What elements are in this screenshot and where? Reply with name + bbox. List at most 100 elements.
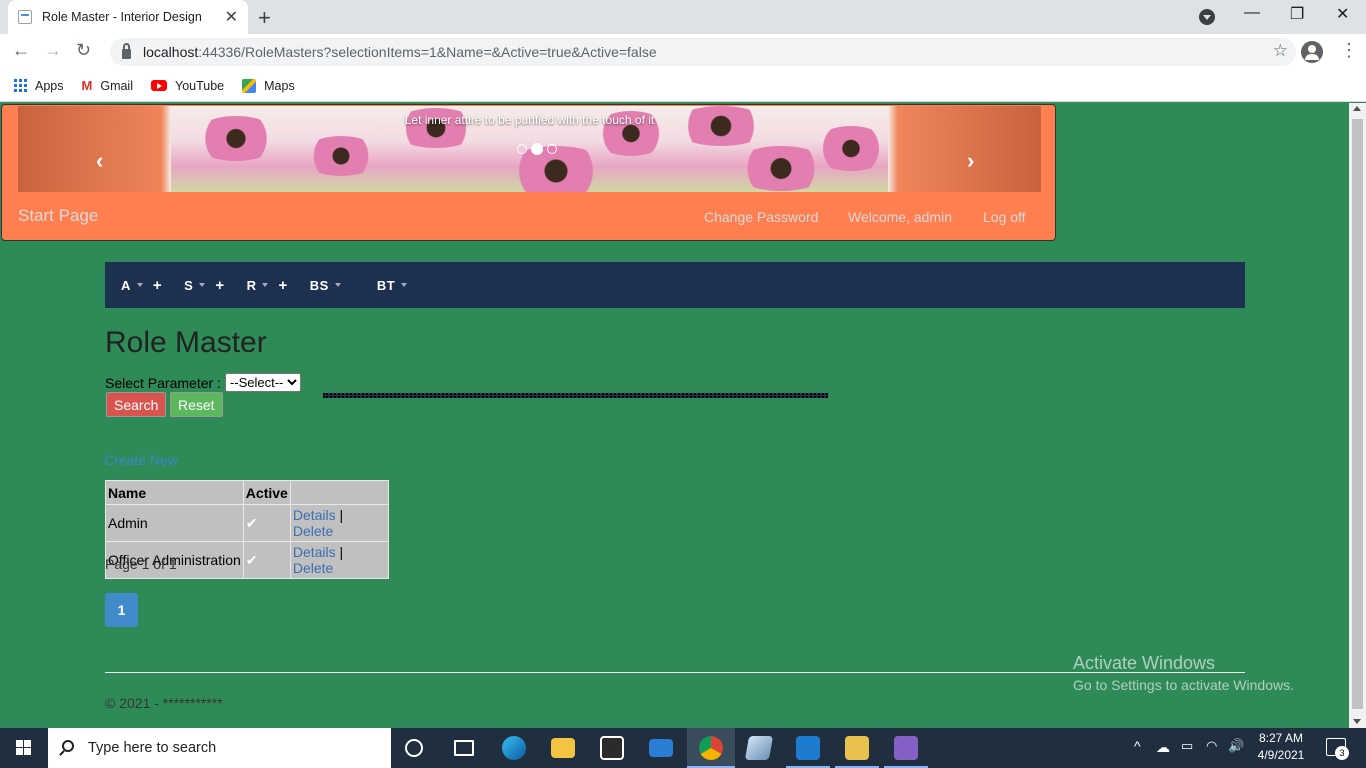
delete-link[interactable]: Delete bbox=[293, 523, 333, 539]
tab-search-icon[interactable] bbox=[1199, 9, 1215, 25]
footer-copyright: © 2021 - *********** bbox=[105, 695, 223, 711]
windows-start-icon[interactable] bbox=[16, 740, 31, 755]
details-link[interactable]: Details bbox=[293, 507, 336, 523]
onedrive-cloud-icon[interactable]: ☁ bbox=[1156, 739, 1170, 756]
activate-windows-subtitle: Go to Settings to activate Windows. bbox=[1073, 677, 1294, 693]
details-link[interactable]: Details bbox=[293, 544, 336, 560]
start-page-link[interactable]: Start Page bbox=[18, 206, 98, 226]
page-scrollbar[interactable] bbox=[1349, 103, 1366, 728]
file-explorer-icon[interactable] bbox=[551, 738, 575, 758]
store-icon[interactable] bbox=[600, 736, 624, 760]
profile-avatar-icon[interactable] bbox=[1301, 41, 1323, 63]
menu-add-plus[interactable]: + bbox=[153, 277, 162, 294]
media-app-icon[interactable] bbox=[796, 736, 820, 760]
menu-item-s[interactable]: S + bbox=[184, 277, 224, 294]
volume-icon[interactable]: 🔊 bbox=[1228, 738, 1244, 754]
delete-link[interactable]: Delete bbox=[293, 560, 333, 576]
menu-item-a[interactable]: A + bbox=[121, 277, 162, 294]
close-tab-icon[interactable]: ✕ bbox=[225, 7, 238, 27]
pagination-page-1[interactable]: 1 bbox=[105, 593, 138, 627]
scrollbar-thumb[interactable] bbox=[1352, 119, 1363, 709]
browser-toolbar: ← → ↻ localhost:44336/RoleMasters?select… bbox=[0, 34, 1366, 70]
maps-icon bbox=[242, 78, 257, 93]
battery-icon[interactable]: ▭ bbox=[1181, 738, 1193, 754]
chrome-icon[interactable] bbox=[699, 736, 723, 760]
browser-tab-bar: Role Master - Interior Design ✕ + — ❐ ✕ bbox=[0, 0, 1366, 34]
menu-item-bs[interactable]: BS bbox=[310, 278, 341, 293]
log-off-link[interactable]: Log off bbox=[983, 209, 1026, 225]
window-close-icon[interactable]: ✕ bbox=[1336, 4, 1349, 24]
cortana-icon[interactable] bbox=[405, 739, 423, 757]
visual-studio-icon[interactable] bbox=[894, 736, 918, 760]
task-view-icon[interactable] bbox=[454, 740, 474, 756]
carousel-prev-icon[interactable]: ‹ bbox=[96, 148, 103, 174]
edge-icon[interactable] bbox=[502, 736, 526, 760]
caret-down-icon bbox=[136, 283, 143, 287]
address-bar[interactable]: localhost:44336/RoleMasters?selectionIte… bbox=[110, 38, 1296, 66]
bookmark-apps[interactable]: Apps bbox=[14, 79, 64, 93]
parameter-select[interactable]: --Select-- bbox=[224, 373, 301, 392]
wifi-icon[interactable]: ◠ bbox=[1206, 738, 1217, 754]
notification-count-badge: 3 bbox=[1335, 746, 1349, 760]
menu-label: A bbox=[121, 277, 131, 293]
menu-add-plus[interactable]: + bbox=[278, 277, 287, 294]
bookmark-maps[interactable]: Maps bbox=[242, 78, 295, 93]
scroll-down-arrow-icon[interactable] bbox=[1353, 719, 1361, 724]
reload-icon[interactable]: ↻ bbox=[76, 40, 91, 61]
url-path: :44336/RoleMasters?selectionItems=1&Name… bbox=[198, 44, 657, 60]
clock-date: 4/9/2021 bbox=[1257, 748, 1305, 762]
carousel-caption: Let inner attire to be purified with the… bbox=[404, 113, 655, 127]
page-favicon-icon bbox=[18, 10, 32, 24]
bookmark-label: Gmail bbox=[100, 78, 133, 93]
actions-cell: Details | Delete bbox=[289, 504, 389, 542]
browser-menu-icon[interactable]: ⋮ bbox=[1340, 40, 1358, 61]
bookmark-gmail[interactable]: M Gmail bbox=[82, 78, 134, 93]
clock-time: 8:27 AM bbox=[1258, 731, 1304, 745]
server-tool-icon[interactable] bbox=[845, 736, 869, 760]
create-new-link[interactable]: Create New bbox=[104, 452, 178, 468]
menu-label: BS bbox=[309, 277, 329, 293]
bookmark-youtube[interactable]: YouTube bbox=[151, 79, 224, 93]
search-button[interactable]: Search bbox=[106, 392, 167, 417]
url-host: localhost bbox=[143, 44, 199, 60]
search-parameter-row: Select Parameter : --Select-- bbox=[105, 373, 301, 392]
caret-down-icon bbox=[401, 283, 408, 287]
change-password-link[interactable]: Change Password bbox=[704, 209, 818, 225]
action-separator: | bbox=[339, 507, 344, 523]
menu-label: BT bbox=[376, 277, 396, 293]
menu-item-r[interactable]: R + bbox=[247, 277, 288, 294]
role-name-cell: Admin bbox=[105, 504, 244, 542]
scroll-up-arrow-icon[interactable] bbox=[1353, 106, 1361, 111]
caret-down-icon bbox=[262, 283, 269, 287]
active-checkbox: ✔ bbox=[242, 541, 291, 579]
carousel-dot[interactable] bbox=[517, 144, 527, 154]
lock-icon bbox=[122, 43, 131, 59]
notepad-icon[interactable] bbox=[744, 736, 774, 760]
mail-icon[interactable] bbox=[649, 739, 673, 757]
carousel-dot[interactable] bbox=[547, 144, 557, 154]
menu-label: R bbox=[246, 277, 257, 293]
carousel-dot-active[interactable] bbox=[531, 143, 543, 155]
bookmark-star-icon[interactable]: ☆ bbox=[1273, 41, 1288, 61]
welcome-link[interactable]: Welcome, admin bbox=[848, 209, 952, 225]
back-arrow-icon[interactable]: ← bbox=[12, 40, 30, 61]
image-carousel: ‹ Let inner attire to be purified with t… bbox=[18, 106, 1041, 192]
taskbar-search-box[interactable]: Type here to search bbox=[48, 728, 391, 768]
table-header-row: Name Active bbox=[105, 480, 389, 505]
restore-icon[interactable]: ❐ bbox=[1290, 4, 1304, 24]
minimize-icon[interactable]: — bbox=[1244, 4, 1260, 22]
menu-item-bt[interactable]: BT bbox=[376, 277, 408, 293]
browser-tab[interactable]: Role Master - Interior Design ✕ bbox=[8, 0, 248, 34]
reset-button[interactable]: Reset bbox=[170, 392, 223, 417]
menu-add-plus[interactable]: + bbox=[215, 277, 224, 294]
site-header: ‹ Let inner attire to be purified with t… bbox=[1, 104, 1056, 241]
forward-arrow-icon[interactable]: → bbox=[44, 40, 62, 61]
show-hidden-icons-icon[interactable]: ^ bbox=[1134, 738, 1141, 754]
new-tab-plus-icon[interactable]: + bbox=[258, 5, 271, 31]
column-header-actions bbox=[289, 480, 389, 505]
carousel-next-icon[interactable]: › bbox=[967, 148, 974, 174]
taskbar-clock[interactable]: 8:27 AM 4/9/2021 bbox=[1256, 731, 1306, 762]
action-separator: | bbox=[339, 544, 344, 560]
main-menu-bar: A + S + R + BS BT bbox=[105, 262, 1245, 308]
youtube-icon bbox=[151, 80, 167, 91]
